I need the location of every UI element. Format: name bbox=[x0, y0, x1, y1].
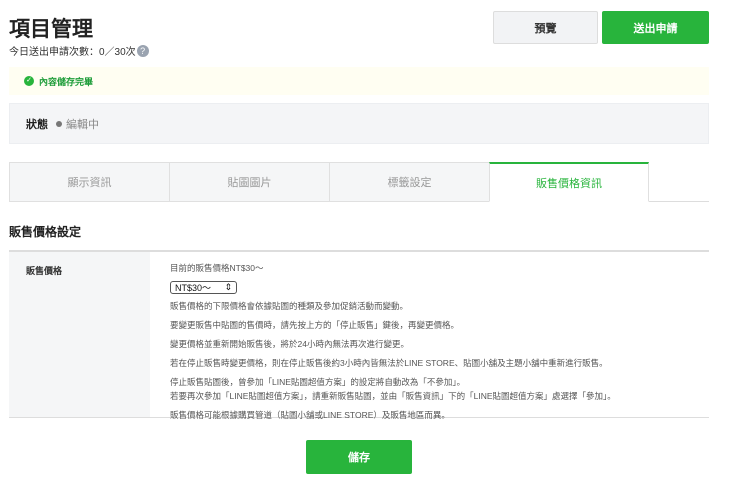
save-notice: ✓ 內容儲存完畢 bbox=[9, 67, 709, 95]
help-icon[interactable]: ? bbox=[136, 44, 149, 57]
price-details: 目前的販售價格NT$30～ NT$30～ ⇕ 販售價格的下限價格會依據貼圖的種類及… bbox=[150, 252, 616, 420]
submit-count-label: 今日送出申請次數： bbox=[9, 47, 99, 58]
page-title: 項目管理 bbox=[9, 18, 93, 41]
status-value: 編輯中 bbox=[66, 118, 99, 131]
preview-button[interactable]: 預覽 bbox=[493, 11, 598, 44]
price-select-value: NT$30～ bbox=[175, 283, 212, 293]
note: 若要再次參加「LINE貼圖超值方案」，請重新販售貼圖，並由「販售資訊」下的「LI… bbox=[170, 391, 616, 401]
note: 販售價格的下限價格會依據貼圖的種類及參加促銷活動而變動。 bbox=[170, 301, 409, 311]
notice-text: 內容儲存完畢 bbox=[39, 76, 94, 87]
select-arrows-icon: ⇕ bbox=[224, 282, 232, 292]
status-dot-icon bbox=[56, 120, 62, 127]
price-select[interactable]: NT$30～ ⇕ bbox=[170, 281, 237, 294]
submit-count-value: 0／30次 bbox=[99, 47, 136, 58]
tab-tag-settings[interactable]: 標籤設定 bbox=[329, 162, 489, 202]
note: 要變更販售中貼圖的售價時，請先按上方的「停止販售」鍵後，再變更價格。 bbox=[170, 320, 460, 330]
check-circle-icon: ✓ bbox=[24, 76, 34, 86]
note: 販售價格可能根據購買管道（貼圖小舖或LINE STORE）及販售地區而異。 bbox=[170, 410, 450, 420]
note: 變更價格並重新開始販售後，將於24小時內無法再次進行變更。 bbox=[170, 339, 409, 349]
tab-sticker-images[interactable]: 貼圖圖片 bbox=[169, 162, 329, 202]
status-bar: 狀態 編輯中 bbox=[9, 103, 709, 144]
note: 停止販售貼圖後，曾參加「LINE貼圖超值方案」的設定將自動改為「不參加」。 bbox=[170, 377, 466, 387]
section-title: 販售價格設定 bbox=[9, 225, 82, 239]
save-button[interactable]: 儲存 bbox=[306, 440, 412, 474]
status-label: 狀態 bbox=[26, 118, 48, 131]
note: 若在停止販售時變更價格，則在停止販售後約3小時內皆無法於LINE STORE、貼… bbox=[170, 358, 608, 368]
price-settings-table: 販售價格 目前的販售價格NT$30～ NT$30～ ⇕ 販售價格的下限價格會依據貼… bbox=[9, 250, 709, 420]
submit-count: 今日送出申請次數： 0／30次? bbox=[9, 43, 149, 58]
tab-bar: 顯示資訊 貼圖圖片 標籤設定 販售價格資訊 bbox=[9, 162, 709, 202]
row-label: 販售價格 bbox=[9, 252, 150, 417]
tab-display-info[interactable]: 顯示資訊 bbox=[9, 162, 169, 202]
tab-sales-price-info[interactable]: 販售價格資訊 bbox=[489, 162, 649, 202]
current-price: 目前的販售價格NT$30～ bbox=[170, 263, 264, 273]
submit-application-button[interactable]: 送出申請 bbox=[602, 11, 709, 44]
